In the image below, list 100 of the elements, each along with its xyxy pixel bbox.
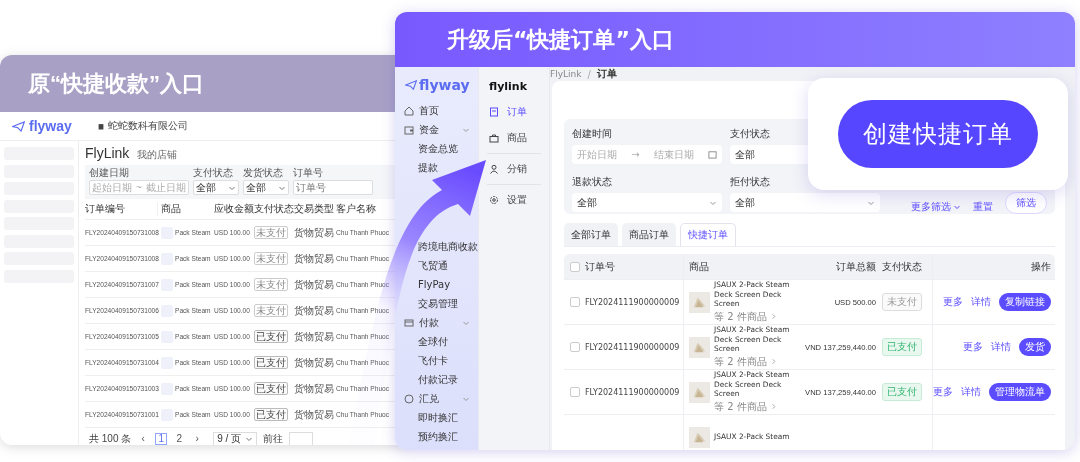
total-count: 共 100 条: [89, 432, 132, 445]
status-tag: 已支付: [882, 338, 922, 356]
more-items-link[interactable]: 等 2 件商品: [714, 399, 802, 414]
gear-icon: [490, 196, 498, 204]
column-header: 商品: [160, 202, 182, 216]
tab[interactable]: 快捷订单: [680, 223, 736, 246]
document-icon: [490, 107, 498, 117]
filter-label: 订单号: [293, 167, 324, 179]
nav-item[interactable]: 资金总览: [418, 139, 458, 158]
reset-link[interactable]: 重置: [973, 200, 993, 214]
table-cell-text: 货物贸易: [294, 277, 335, 292]
nav-item[interactable]: 预约换汇: [418, 427, 458, 446]
table-cell: FLY2024111900000009: [585, 387, 680, 397]
filter-label: 发货状态: [243, 167, 284, 179]
nav-item[interactable]: 飞贸通: [418, 256, 448, 275]
create-order-button[interactable]: 创建快捷订单: [838, 100, 1038, 168]
filter-label: 拒付状态: [730, 175, 771, 189]
select-field[interactable]: 全部: [572, 193, 722, 212]
more-items-link[interactable]: 等 2 件商品: [714, 309, 802, 324]
nav-item[interactable]: 全球付: [418, 332, 448, 351]
status-tag: 已支付: [254, 355, 288, 369]
tab[interactable]: 全部订单: [564, 223, 618, 246]
logo-text: flylink: [488, 78, 528, 95]
action-link[interactable]: 详情: [961, 385, 981, 399]
select-field[interactable]: 全部: [243, 180, 289, 195]
banner-title: 升级后“快捷订单”入口: [447, 25, 674, 54]
column-header: 订单号: [585, 259, 615, 274]
table-cell: FLY2024111900000009: [585, 342, 680, 352]
page-button[interactable]: 2: [173, 433, 186, 445]
column-header: 订单总额: [836, 259, 876, 274]
nav-item[interactable]: 提款: [418, 158, 438, 177]
logo-text: flyway: [29, 118, 72, 134]
tab[interactable]: 商品订单: [622, 223, 676, 246]
checkbox[interactable]: [570, 387, 580, 397]
nav-item[interactable]: 飞付卡: [418, 351, 448, 370]
action-link[interactable]: 详情: [991, 340, 1011, 354]
select-field[interactable]: 全部: [730, 193, 880, 212]
column-header: 支付状态: [882, 259, 922, 274]
page-size-select[interactable]: 9 / 页: [213, 431, 258, 445]
person-icon: [490, 164, 498, 174]
filter-button[interactable]: 筛选: [1005, 192, 1047, 214]
column-header: 订单编号: [85, 202, 158, 216]
wallet-icon: [404, 126, 414, 134]
nav-item[interactable]: 订单: [487, 99, 541, 125]
plane-icon: [12, 120, 25, 132]
bag-icon: [489, 134, 499, 143]
nav-item[interactable]: 付款: [404, 313, 478, 332]
chevron-down-icon: [953, 203, 961, 211]
banner-title: 原“快捷收款”入口: [28, 69, 204, 98]
chevron-right-icon: [769, 313, 777, 321]
calendar-icon: [708, 150, 717, 159]
status-tag: 未支付: [254, 277, 288, 291]
status-tag: 已支付: [882, 383, 922, 401]
goto-label: 前往: [263, 432, 284, 445]
nav-item[interactable]: 跨境电商收款: [418, 237, 478, 256]
nav-item[interactable]: FlyPay: [418, 275, 451, 294]
nav-item[interactable]: 汇兑: [404, 389, 478, 408]
input-field[interactable]: 订单号: [293, 180, 373, 195]
action-button[interactable]: 发货: [1019, 338, 1051, 356]
page-subtitle: 我的店铺: [137, 148, 178, 162]
checkbox[interactable]: [570, 297, 580, 307]
building-icon: [97, 122, 104, 130]
filter-label: 退款状态: [572, 175, 613, 189]
page-input[interactable]: [289, 432, 314, 445]
next-page-button[interactable]: ›: [191, 433, 204, 445]
filter-label: 创建日期: [89, 167, 130, 179]
status-tag: 已支付: [254, 381, 288, 395]
previous-page-button[interactable]: ‹: [137, 433, 150, 445]
checkbox[interactable]: [570, 261, 580, 272]
nav-item[interactable]: 商品: [487, 125, 541, 151]
page-button[interactable]: 1: [155, 433, 168, 445]
home-icon: [404, 106, 414, 115]
action-button[interactable]: 管理物流单: [989, 383, 1051, 401]
nav-item[interactable]: 即时换汇: [418, 408, 458, 427]
status-tag: 未支付: [254, 303, 288, 317]
nav-item[interactable]: 交易管理: [418, 294, 458, 313]
table-cell-text: 货物贸易: [294, 329, 335, 344]
action-link[interactable]: 更多: [963, 340, 983, 354]
more-filters-link[interactable]: 更多筛选: [911, 200, 961, 214]
nav-item[interactable]: 资金: [404, 120, 478, 139]
nav-item[interactable]: 付款记录: [418, 370, 458, 389]
status-tag: 已支付: [254, 329, 288, 343]
more-items-link[interactable]: 等 2 件商品: [714, 354, 802, 369]
status-tag: 未支付: [882, 293, 922, 311]
card-icon: [404, 319, 414, 326]
action-button[interactable]: 复制链接: [999, 293, 1051, 311]
plane-icon: [405, 80, 417, 90]
action-link[interactable]: 详情: [971, 295, 991, 309]
chevron-right-icon: [769, 403, 777, 411]
nav-item[interactable]: 首页: [404, 101, 478, 120]
action-link[interactable]: 更多: [943, 295, 963, 309]
column-header: 交易类型: [294, 202, 335, 216]
clock-icon: [404, 394, 414, 403]
status-tag: 已支付: [254, 407, 288, 421]
nav-item[interactable]: 分销: [487, 156, 541, 182]
nav-item[interactable]: 设置: [487, 187, 541, 213]
action-link[interactable]: 更多: [933, 385, 953, 399]
select-field[interactable]: 全部: [193, 180, 239, 195]
logo-text: flyway: [419, 77, 470, 93]
checkbox[interactable]: [570, 342, 580, 352]
